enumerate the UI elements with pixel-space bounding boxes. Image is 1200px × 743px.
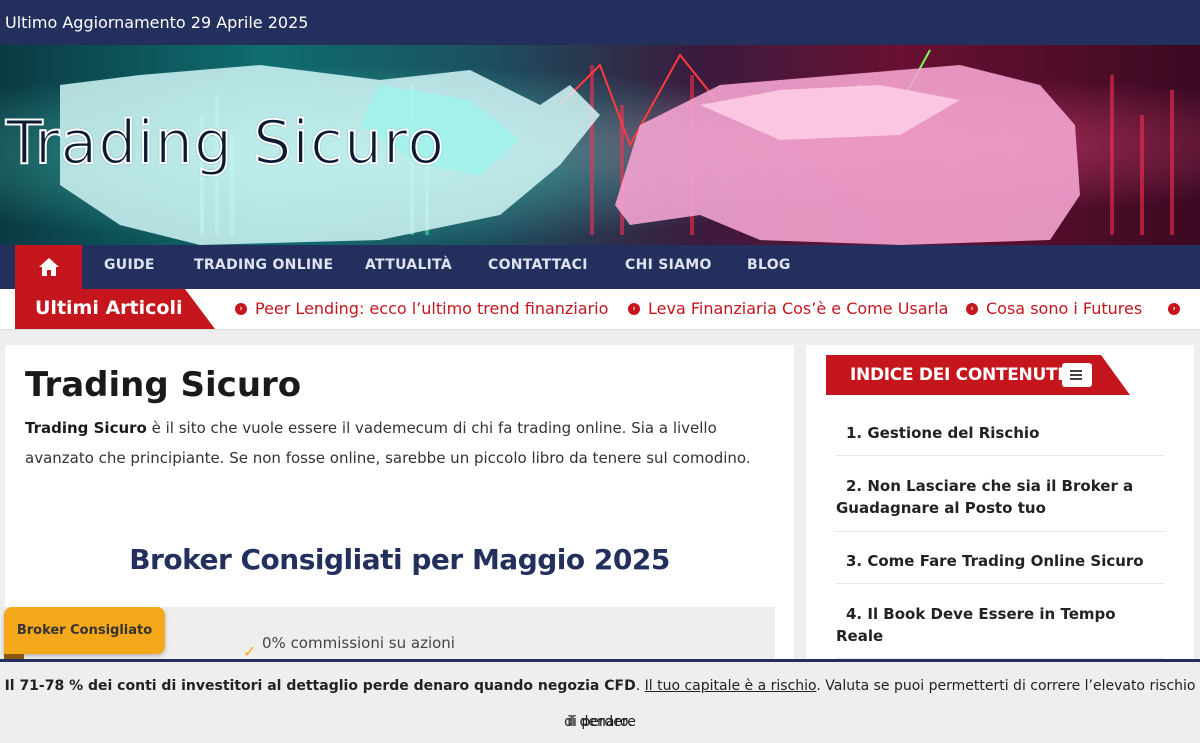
ticker-item[interactable]: › Leva Finanziaria Cos’è e Come Usarla — [628, 289, 948, 329]
toc-header[interactable]: INDICE DEI CONTENUTI — [826, 355, 1130, 395]
ticker-label-text: Ultimi Articoli — [35, 297, 183, 319]
disclaimer-bold: Il 71-78 % dei conti di investitori al d… — [4, 678, 636, 694]
chevron-circle-icon: › — [628, 302, 640, 315]
nav-item-chi-siamo[interactable]: CHI SIAMO — [625, 245, 712, 289]
ticker-item[interactable]: › Cosa sono i Futures — [966, 289, 1142, 329]
intro-paragraph: Trading Sicuro è il sito che vuole esser… — [25, 413, 770, 473]
checkmark-icon: ✓ — [243, 642, 257, 661]
toc-item-text[interactable]: 3. Come Fare Trading Online Sicuro — [836, 552, 1144, 570]
chevron-circle-icon: › — [966, 302, 978, 315]
nav-item-guide[interactable]: GUIDE — [104, 245, 155, 289]
intro-bold: Trading Sicuro — [25, 419, 147, 437]
toc-item-text[interactable]: 2. Non Lasciare che sia il Broker a Guad… — [836, 477, 1133, 517]
chevron-circle-icon: › — [235, 302, 247, 315]
recommended-broker-badge[interactable]: Broker Consigliato — [4, 607, 165, 654]
main-nav: GUIDE TRADING ONLINE ATTUALITÀ CONTATTAC… — [0, 245, 1200, 289]
last-update-text: Ultimo Aggiornamento 29 Aprile 2025 — [5, 13, 309, 32]
feature-text: 0% commissioni su azioni — [262, 634, 455, 652]
header-banner[interactable]: Trading Sicuro — [0, 45, 1200, 245]
site-title[interactable]: Trading Sicuro — [5, 112, 445, 174]
ticker-label: Ultimi Articoli — [15, 289, 215, 329]
ticker-item[interactable]: › Peer Lending: ecco l’ultimo trend finan… — [235, 289, 608, 329]
list-icon[interactable] — [1062, 363, 1092, 387]
toc-item-text[interactable]: 4. Il Book Deve Essere in Tempo Reale — [836, 605, 1116, 645]
toc-item[interactable]: 3. Come Fare Trading Online Sicuro — [836, 550, 1164, 584]
page-title: Trading Sicuro — [25, 365, 302, 405]
nav-home-button[interactable] — [15, 245, 82, 289]
capital-risk-link[interactable]: Il tuo capitale è a rischio — [645, 678, 817, 694]
ticker-item-text[interactable]: Leva Finanziaria Cos’è e Come Usarla — [648, 299, 948, 318]
news-ticker: Ultimi Articoli › Peer Lending: ecco l’ul… — [0, 289, 1200, 330]
nav-item-blog[interactable]: BLOG — [747, 245, 791, 289]
toc-item[interactable]: 1. Gestione del Rischio — [836, 422, 1164, 456]
nav-item-contattaci[interactable]: CONTATTACI — [488, 245, 588, 289]
chevron-circle-icon: › — [1168, 302, 1180, 315]
disclaimer-line-2: il denaro. — [567, 714, 633, 730]
toc-item[interactable]: 4. Il Book Deve Essere in Tempo Reale — [836, 603, 1164, 659]
nav-item-attualita[interactable]: ATTUALITÀ — [365, 245, 452, 289]
broker-heading: Broker Consigliati per Maggio 2025 — [129, 543, 670, 576]
top-bar: Ultimo Aggiornamento 29 Aprile 2025 — [0, 0, 1200, 45]
ticker-item-text[interactable]: Peer Lending: ecco l’ultimo trend finanz… — [255, 299, 608, 318]
toc-title: INDICE DEI CONTENUTI — [850, 365, 1064, 385]
toc-item[interactable]: 2. Non Lasciare che sia il Broker a Guad… — [836, 475, 1164, 532]
ticker-item-text[interactable]: Cosa sono i Futures — [986, 299, 1142, 318]
nav-item-trading-online[interactable]: TRADING ONLINE — [194, 245, 333, 289]
risk-disclaimer: Il 71-78 % dei conti di investitori al d… — [0, 659, 1200, 743]
ticker-item-next[interactable]: › — [1168, 289, 1188, 329]
home-icon — [38, 258, 59, 276]
toc-item-text[interactable]: 1. Gestione del Rischio — [836, 424, 1039, 442]
